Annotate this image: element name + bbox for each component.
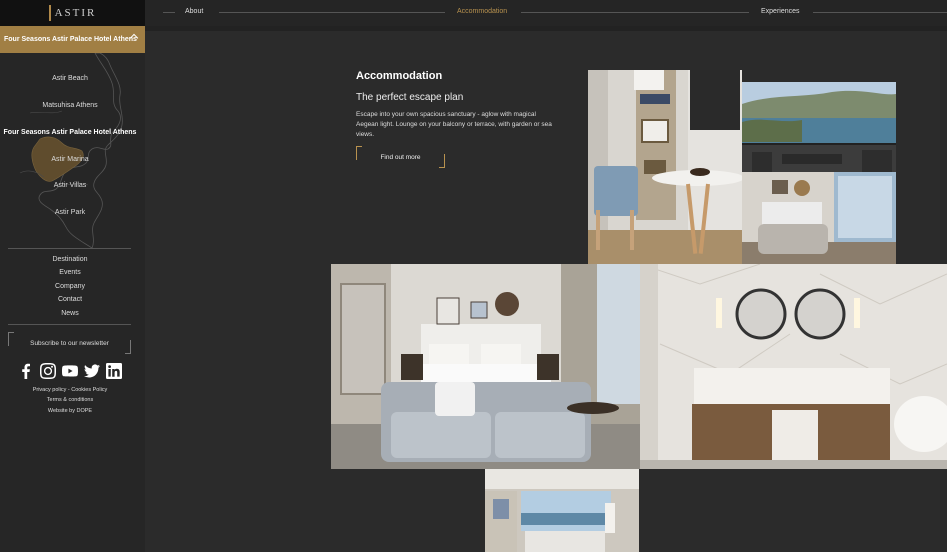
page-title: Accommodation: [356, 70, 443, 82]
privacy-policy-link[interactable]: Privacy policy: [33, 387, 67, 393]
logo-text: ASTIR: [54, 7, 97, 19]
legal-links: Privacy policy - Cookies Policy: [0, 387, 140, 393]
find-out-more-button[interactable]: Find out more: [356, 146, 445, 168]
active-hotel-label: Four Seasons Astir Palace Hotel Athens: [4, 36, 137, 43]
terms-link[interactable]: Terms & conditions: [0, 397, 140, 403]
social-links: [0, 363, 140, 379]
sidebar-item-company[interactable]: Company: [0, 283, 140, 290]
sidebar-divider: [8, 324, 131, 325]
room-photo-dining-nook[interactable]: [588, 70, 742, 264]
page-subtitle: The perfect escape plan: [356, 92, 464, 103]
facebook-icon[interactable]: [18, 363, 34, 379]
newsletter-button[interactable]: Subscribe to our newsletter: [8, 332, 131, 354]
hotel-link-matsuhisa-athens[interactable]: Matsuhisa Athens: [0, 102, 140, 109]
cookies-policy-link[interactable]: Cookies Policy: [71, 387, 107, 393]
linkedin-icon[interactable]: [106, 363, 122, 379]
hotel-selector[interactable]: Four Seasons Astir Palace Hotel Athens: [0, 26, 145, 53]
find-out-more-label: Find out more: [380, 153, 421, 161]
room-photo-bathroom[interactable]: [640, 264, 947, 469]
tab-experiences[interactable]: Experiences: [761, 8, 800, 15]
room-photo-lounge-view[interactable]: [485, 469, 639, 552]
logo-mark-icon: [48, 5, 51, 21]
room-photo-balcony-view[interactable]: [742, 82, 896, 172]
peninsula-map-icon: [19, 52, 123, 249]
page-description: Escape into your own spacious sanctuary …: [356, 111, 552, 138]
sidebar-item-news[interactable]: News: [0, 310, 140, 317]
hotel-link-astir-park[interactable]: Astir Park: [0, 209, 140, 216]
sidebar-item-events[interactable]: Events: [0, 269, 140, 276]
sidebar-divider: [8, 248, 131, 249]
tab-about[interactable]: About: [185, 8, 203, 15]
twitter-icon[interactable]: [84, 363, 100, 379]
sidebar-item-destination[interactable]: Destination: [0, 256, 140, 263]
credit-link[interactable]: Website by DOPE: [0, 408, 140, 414]
room-photo-bedroom-main[interactable]: [331, 264, 640, 469]
youtube-icon[interactable]: [62, 363, 78, 379]
sidebar: ASTIR Four Seasons Astir Palace Hotel At…: [0, 0, 145, 552]
hotel-link-four-seasons[interactable]: Four Seasons Astir Palace Hotel Athens: [0, 129, 140, 136]
top-navigation: About Accommodation Experiences: [145, 0, 947, 26]
peninsula-map: Astir Beach Matsuhisa Athens Four Season…: [0, 52, 145, 249]
sidebar-item-contact[interactable]: Contact: [0, 296, 140, 303]
tab-accommodation[interactable]: Accommodation: [457, 8, 507, 15]
hotel-link-astir-villas[interactable]: Astir Villas: [0, 182, 140, 189]
logo[interactable]: ASTIR: [0, 0, 145, 26]
hotel-link-astir-beach[interactable]: Astir Beach: [0, 75, 140, 82]
hotel-link-astir-marina[interactable]: Astir Marina: [0, 156, 140, 163]
newsletter-label: Subscribe to our newsletter: [30, 339, 109, 347]
room-photo-bedroom-sofa[interactable]: [742, 172, 896, 264]
instagram-icon[interactable]: [40, 363, 56, 379]
